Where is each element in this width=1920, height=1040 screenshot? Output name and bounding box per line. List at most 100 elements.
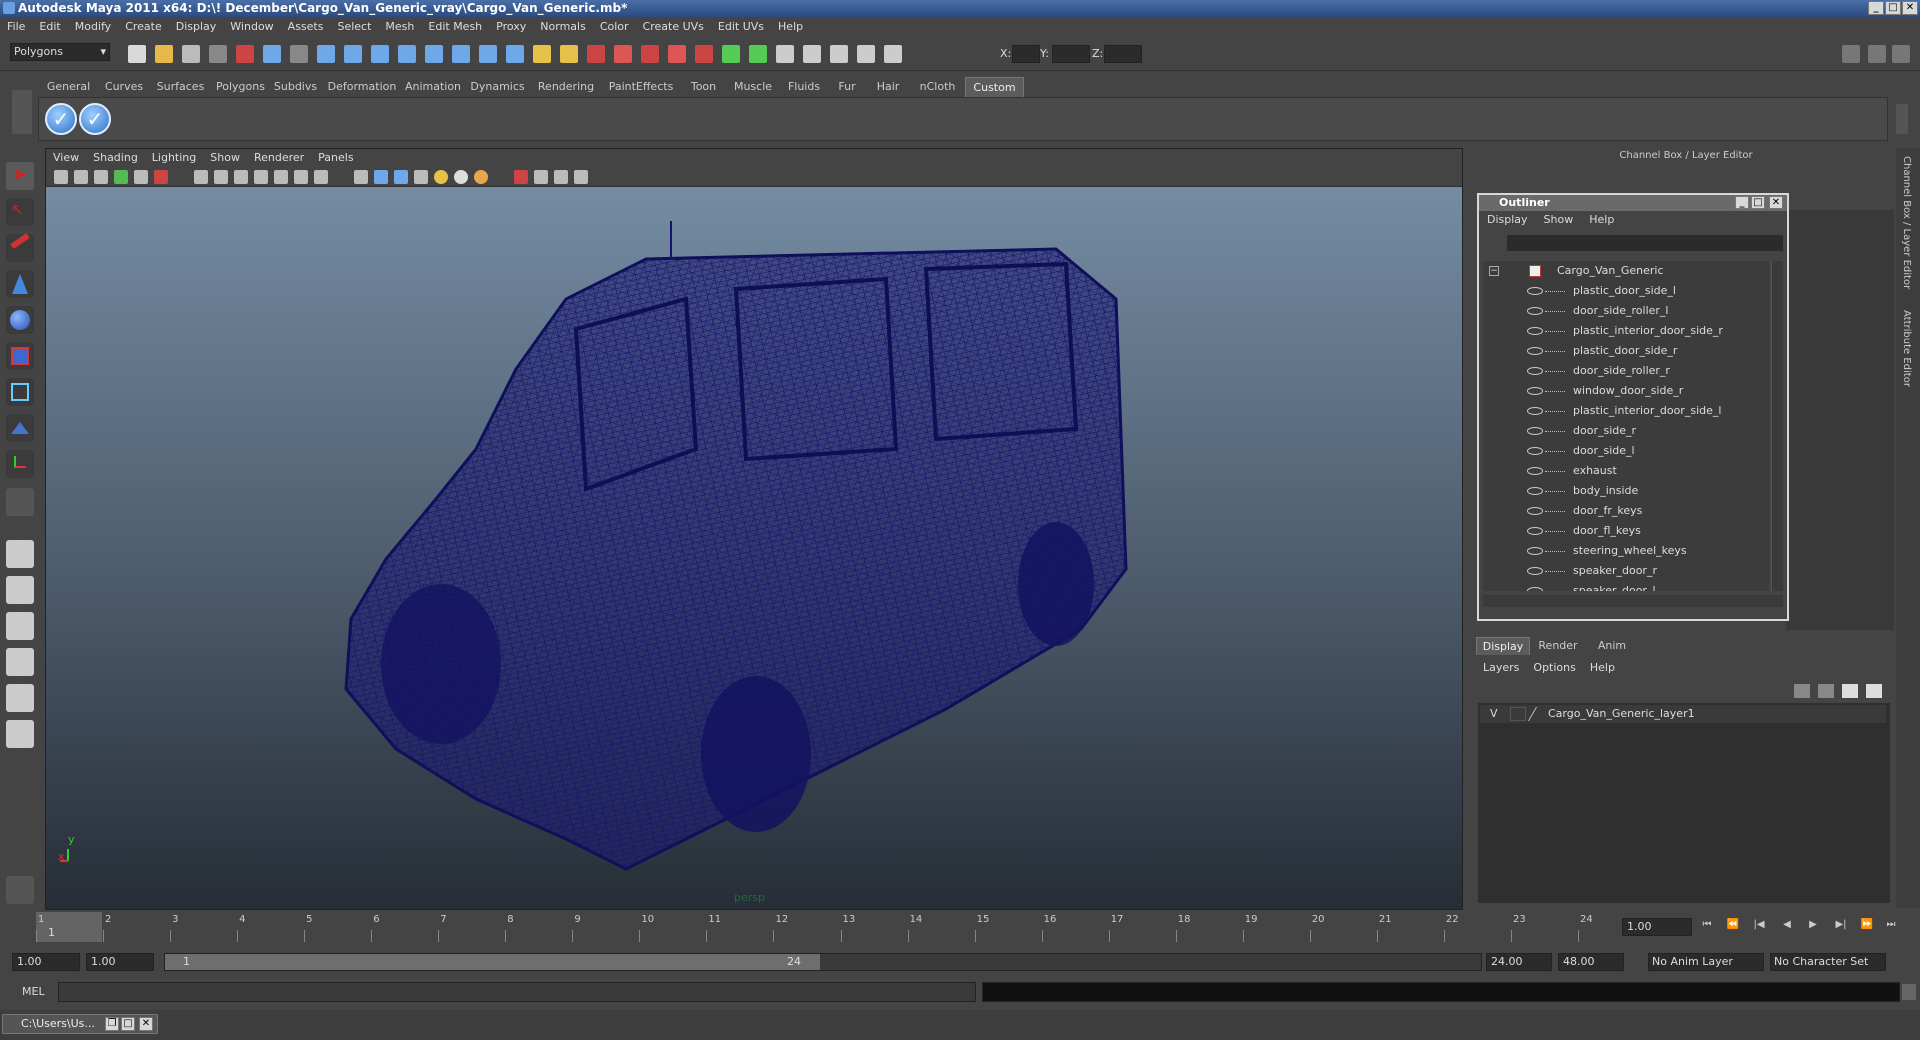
outliner-item[interactable]: body_inside [1483,481,1769,501]
mel-label[interactable]: MEL [22,985,45,998]
outliner-horizontal-scrollbar[interactable] [1483,595,1783,607]
current-time-field[interactable]: 1.00 [1622,918,1692,936]
default-light-icon[interactable] [434,170,448,184]
layer-tab-render[interactable]: Render [1530,637,1586,655]
input-ops-icon[interactable] [884,45,902,63]
select-hierarchy-icon[interactable] [209,45,227,63]
select-curves-icon[interactable] [371,45,389,63]
outliner-item[interactable]: door_fr_keys [1483,501,1769,521]
outliner-item[interactable]: door_side_l [1483,441,1769,461]
select-surfaces-icon[interactable] [398,45,416,63]
render-icon[interactable] [803,45,821,63]
outliner-menu-display[interactable]: Display [1479,211,1536,229]
outliner-filter-field[interactable] [1507,235,1783,251]
shelf-tab-toon[interactable]: Toon [681,77,726,97]
close-button[interactable]: ✕ [1902,1,1918,15]
step-forward-key-icon[interactable]: ⏩ [1860,918,1874,932]
select-deformations-icon[interactable] [425,45,443,63]
help-icon[interactable] [533,45,551,63]
shelf-tab-general[interactable]: General [38,77,99,97]
side-tab-channel-box[interactable]: Channel Box / Layer Editor [1901,156,1912,289]
layout-hypershade-icon[interactable] [6,684,34,712]
shelf-tab-hair[interactable]: Hair [866,77,910,97]
gate-mask-icon[interactable] [254,170,268,184]
isolate-select-icon[interactable] [514,170,528,184]
anim-layer-dropdown[interactable]: No Anim Layer [1648,953,1764,971]
safe-title-icon[interactable] [314,170,328,184]
side-tab-attribute-editor[interactable]: Attribute Editor [1901,310,1912,387]
field-chart-icon[interactable] [274,170,288,184]
go-to-start-icon[interactable]: ⏮ [1700,918,1714,932]
layer-playback-toggle[interactable] [1510,707,1526,721]
grease-pencil-icon[interactable] [154,170,168,184]
layout-persp-graph-icon[interactable] [6,648,34,676]
layout-persp-outliner-icon[interactable] [6,612,34,640]
playback-end-field[interactable]: 24.00 [1486,953,1552,971]
menu-normals[interactable]: Normals [533,17,593,37]
shelf-tab-painteffects[interactable]: PaintEffects [601,77,681,97]
menu-mesh[interactable]: Mesh [378,17,421,37]
ipr-render-icon[interactable] [830,45,848,63]
snap-point-icon[interactable] [641,45,659,63]
save-scene-icon[interactable] [182,45,200,63]
shelf-check-icon-1[interactable]: ✓ [45,103,77,135]
bookmark-icon[interactable] [94,170,108,184]
show-manipulator-tool-icon[interactable] [6,450,34,478]
minimize-button[interactable]: _ [1868,1,1884,15]
shelf-check-icon-2[interactable]: ✓ [79,103,111,135]
xray-joints-icon[interactable] [554,170,568,184]
script-editor-icon[interactable] [1902,984,1916,1000]
outliner-item[interactable]: plastic_door_side_l [1483,281,1769,301]
outliner-item[interactable]: speaker_door_r [1483,561,1769,581]
shelf-tab-rendering[interactable]: Rendering [531,77,601,97]
outliner-item[interactable]: window_door_side_r [1483,381,1769,401]
outliner-item[interactable]: plastic_door_side_r [1483,341,1769,361]
2d-pan-icon[interactable] [134,170,148,184]
shelf-menu-icon[interactable] [12,90,32,134]
rotate-tool-icon[interactable] [6,306,34,334]
outliner-item[interactable]: door_fl_keys [1483,521,1769,541]
film-gate-icon[interactable] [214,170,228,184]
xray-components-icon[interactable] [574,170,588,184]
menu-set-dropdown[interactable]: Polygons ▾ [10,43,110,61]
go-to-end-icon[interactable]: ⏭ [1884,918,1898,932]
manipulator-tool-icon[interactable] [6,378,34,406]
play-forward-icon[interactable]: ▶ [1806,918,1820,932]
menu-edit-uvs[interactable]: Edit UVs [711,17,771,37]
select-joints-icon[interactable] [344,45,362,63]
step-forward-frame-icon[interactable]: ▶| [1834,918,1848,932]
menu-proxy[interactable]: Proxy [489,17,533,37]
image-plane-icon[interactable] [114,170,128,184]
snap-live-icon[interactable] [695,45,713,63]
select-tool-icon[interactable]: ➤ [6,162,34,190]
outliner-item[interactable]: steering_wheel_keys [1483,541,1769,561]
move-tool-icon[interactable] [6,270,34,298]
character-set-dropdown[interactable]: No Character Set [1770,953,1886,971]
all-lights-icon[interactable] [454,170,468,184]
viewport-menu-shading[interactable]: Shading [86,149,145,167]
playback-start-field[interactable]: 1.00 [86,953,154,971]
new-layer-selected-icon[interactable] [1818,684,1834,698]
scale-tool-icon[interactable] [6,342,34,370]
layer-tab-anim[interactable]: Anim [1586,637,1638,655]
shelf-scroll[interactable] [1896,104,1908,134]
outliner-item[interactable]: door_side_roller_l [1483,301,1769,321]
snap-grid-icon[interactable] [587,45,605,63]
layer-tab-display[interactable]: Display [1476,637,1530,655]
outliner-maximize-button[interactable]: □ [1751,196,1765,209]
lock-selection-icon[interactable] [290,45,308,63]
outliner-item[interactable]: plastic_interior_door_side_r [1483,321,1769,341]
y-field[interactable] [1052,45,1090,63]
select-misc-icon[interactable] [506,45,524,63]
shelf-tab-dynamics[interactable]: Dynamics [464,77,531,97]
show-tool-settings-icon[interactable] [1892,45,1910,63]
menu-create-uvs[interactable]: Create UVs [636,17,711,37]
collapse-icon[interactable]: − [1489,266,1499,276]
step-back-key-icon[interactable]: ⏪ [1726,918,1740,932]
layout-four-icon[interactable] [6,576,34,604]
history-icon[interactable] [722,45,740,63]
menu-assets[interactable]: Assets [281,17,331,37]
shaded-wire-icon[interactable] [394,170,408,184]
command-input[interactable] [58,982,976,1002]
shelf-tab-animation[interactable]: Animation [402,77,464,97]
